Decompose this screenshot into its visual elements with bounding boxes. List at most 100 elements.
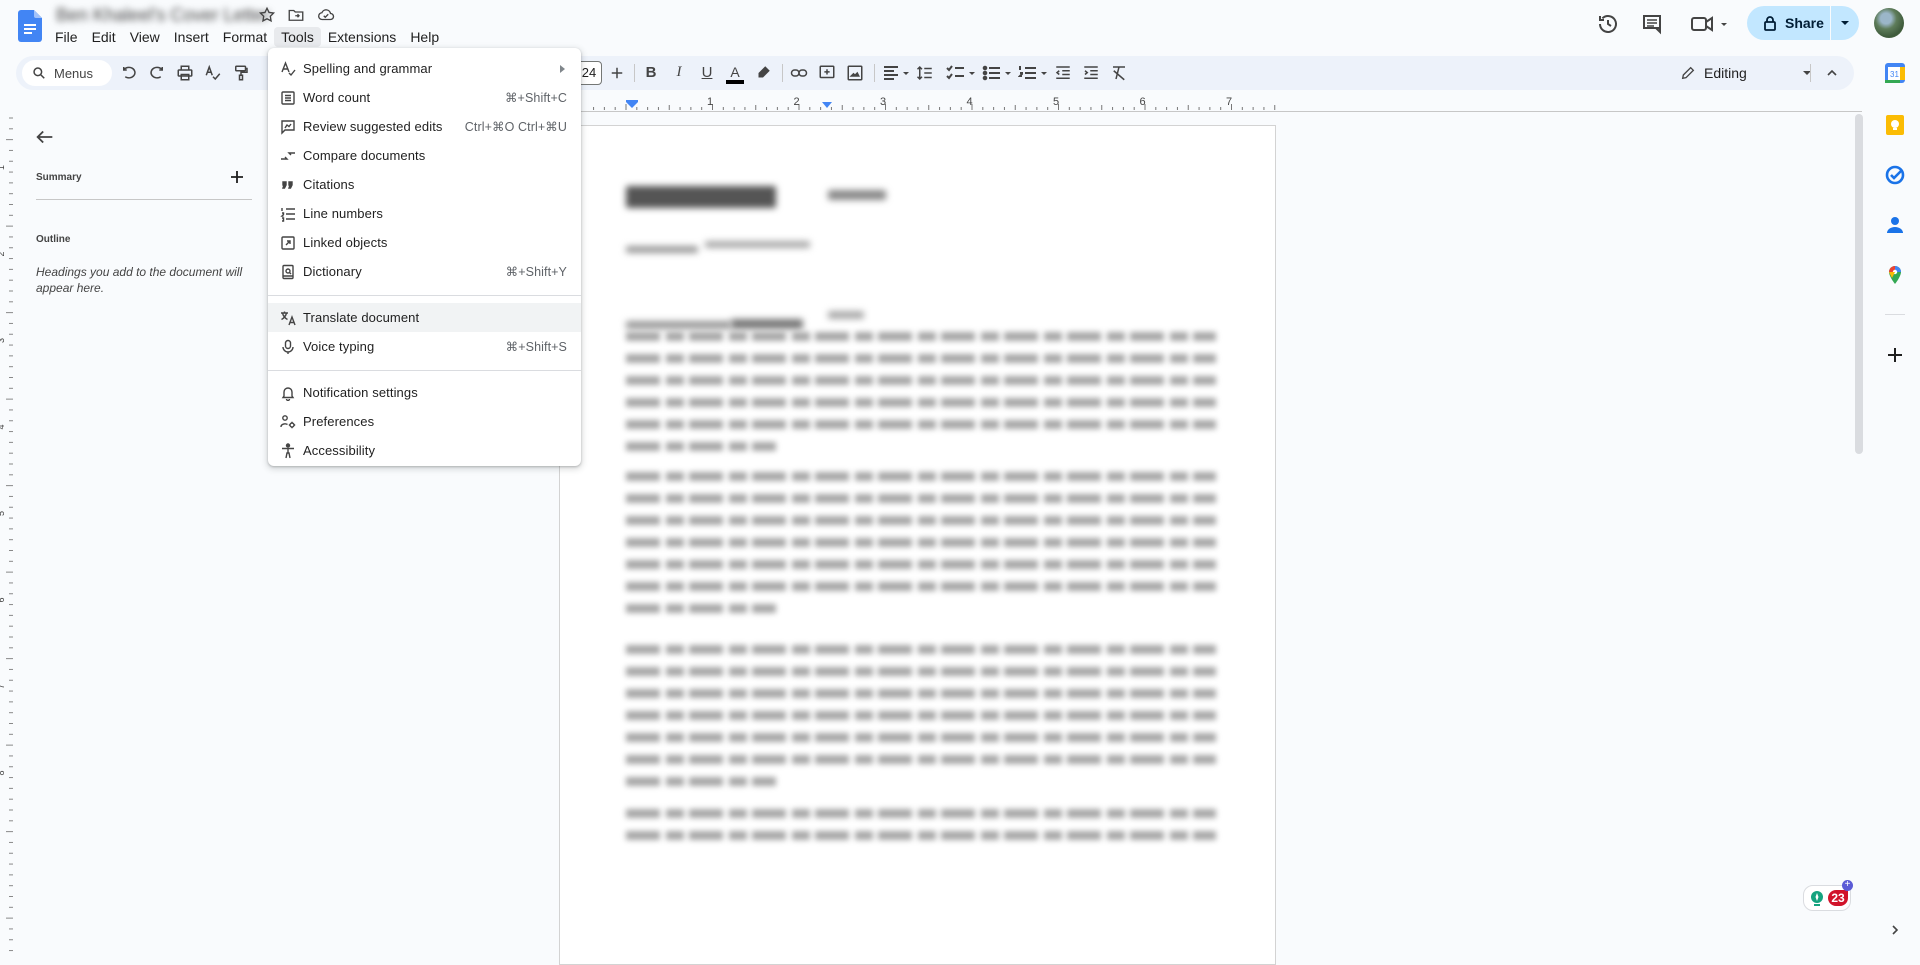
share-label: Share <box>1785 15 1824 31</box>
keep-icon[interactable] <box>1884 114 1906 136</box>
print-icon[interactable] <box>176 64 194 82</box>
redacted-text-line <box>626 332 1216 341</box>
share-button[interactable]: Share <box>1747 6 1859 40</box>
share-main-button[interactable]: Share <box>1747 6 1831 40</box>
calendar-icon[interactable]: 31 <box>1884 62 1906 84</box>
vertical-ruler[interactable]: 1 2 3 4 5 6 7 8 <box>0 112 16 955</box>
docs-logo[interactable] <box>18 10 42 42</box>
menu-insert[interactable]: Insert <box>167 27 216 47</box>
editing-mode-dropdown[interactable]: Editing <box>1680 60 1811 86</box>
menu-item-word-count[interactable]: Word count ⌘+Shift+C <box>268 83 581 112</box>
text-color-icon[interactable]: A <box>726 64 744 84</box>
paint-format-icon[interactable] <box>232 64 250 82</box>
insert-image-icon[interactable] <box>846 64 864 82</box>
menu-help[interactable]: Help <box>403 27 446 47</box>
menu-tools[interactable]: Tools <box>274 27 321 47</box>
bold-icon[interactable]: B <box>642 64 660 82</box>
menu-item-line-numbers[interactable]: Line numbers <box>268 199 581 228</box>
compare-icon <box>280 148 296 164</box>
document-page[interactable] <box>559 125 1276 965</box>
menu-item-preferences[interactable]: Preferences <box>268 407 581 436</box>
spellcheck-icon[interactable] <box>204 64 222 82</box>
add-summary-plus-icon[interactable] <box>230 170 244 184</box>
decrease-indent-icon[interactable] <box>1054 64 1072 82</box>
contacts-icon[interactable] <box>1884 214 1906 236</box>
bell-icon <box>280 385 296 401</box>
maps-icon[interactable] <box>1884 264 1906 286</box>
redacted-text-line <box>626 354 1216 363</box>
tab-stop-marker[interactable] <box>822 102 832 108</box>
menu-item-spelling-and-grammar[interactable]: Spelling and grammar <box>268 54 581 83</box>
highlight-color-icon[interactable] <box>754 64 772 82</box>
align-dropdown[interactable] <box>882 64 912 82</box>
menu-item-voice-typing[interactable]: Voice typing ⌘+Shift+S <box>268 332 581 361</box>
share-dropdown-button[interactable] <box>1831 21 1859 25</box>
grammar-extension-icon <box>1810 890 1824 908</box>
insert-link-icon[interactable] <box>790 64 808 82</box>
menu-item-label: Voice typing <box>303 339 375 354</box>
bulleted-list-dropdown[interactable] <box>982 64 1014 82</box>
outline-empty-message: Headings you add to the document will ap… <box>36 265 243 295</box>
undo-icon[interactable] <box>120 64 138 82</box>
menu-item-dictionary[interactable]: Dictionary ⌘+Shift+Y <box>268 257 581 286</box>
ruler-label: 1 <box>707 96 713 108</box>
ruler-label: 7 <box>1226 96 1232 108</box>
add-comment-icon[interactable] <box>818 64 836 82</box>
underline-icon[interactable]: U <box>698 64 716 82</box>
ruler-label: 3 <box>880 96 886 108</box>
toolbar-divider <box>1810 64 1811 82</box>
quote-icon <box>280 177 296 193</box>
horizontal-ruler[interactable]: 1 2 3 4 5 6 7 <box>560 92 1860 112</box>
menu-item-review-suggested-edits[interactable]: Review suggested edits Ctrl+⌘O Ctrl+⌘U <box>268 112 581 141</box>
menu-edit[interactable]: Edit <box>85 27 123 47</box>
redacted-text-line <box>626 398 1216 407</box>
menu-extensions[interactable]: Extensions <box>321 27 403 47</box>
redo-icon[interactable] <box>148 64 166 82</box>
menu-item-citations[interactable]: Citations <box>268 170 581 199</box>
star-icon[interactable] <box>258 6 278 26</box>
meet-button[interactable] <box>1690 12 1730 36</box>
left-indent-marker[interactable] <box>626 100 638 108</box>
tasks-icon[interactable] <box>1884 164 1906 186</box>
menu-item-notification-settings[interactable]: Notification settings <box>268 378 581 407</box>
editing-mode-label: Editing <box>1704 65 1747 81</box>
menu-item-linked-objects[interactable]: Linked objects <box>268 228 581 257</box>
menu-item-translate-document[interactable]: Translate document <box>268 303 581 332</box>
menu-item-label: Word count <box>303 90 371 105</box>
extension-badge[interactable]: 23 + <box>1803 880 1853 911</box>
redacted-text-line <box>626 645 1216 654</box>
menu-view[interactable]: View <box>123 27 167 47</box>
search-menus-input[interactable]: Menus <box>22 60 112 86</box>
checklist-dropdown[interactable] <box>946 64 978 82</box>
redacted-text-line <box>626 494 1216 503</box>
clear-formatting-icon[interactable] <box>1110 64 1128 82</box>
menu-file[interactable]: File <box>48 27 85 47</box>
document-title[interactable]: Ben Khaleel's Cover Letter <box>56 5 270 25</box>
italic-icon[interactable]: I <box>670 64 688 82</box>
version-history-icon[interactable] <box>1596 12 1620 36</box>
menu-separator <box>268 370 581 371</box>
close-outline-back-icon[interactable] <box>34 126 56 148</box>
increase-font-size-icon[interactable] <box>608 64 626 82</box>
get-add-ons-plus-icon[interactable] <box>1885 345 1905 365</box>
ruler-label: 5 <box>0 511 6 516</box>
move-to-folder-icon[interactable] <box>287 6 307 26</box>
menu-item-compare-documents[interactable]: Compare documents <box>268 141 581 170</box>
menu-item-accessibility[interactable]: Accessibility <box>268 436 581 465</box>
menu-format[interactable]: Format <box>216 27 274 47</box>
chevron-down-icon <box>1841 21 1849 25</box>
line-spacing-icon[interactable] <box>916 64 934 82</box>
redacted-text-line <box>626 582 1216 591</box>
account-avatar[interactable] <box>1874 8 1904 38</box>
outline-heading: Outline <box>36 234 71 245</box>
comments-icon[interactable] <box>1640 12 1664 36</box>
hide-menus-chevron-up-icon[interactable] <box>1824 65 1840 81</box>
collapse-side-panel-chevron-right-icon[interactable] <box>1889 924 1901 936</box>
increase-indent-icon[interactable] <box>1082 64 1100 82</box>
menu-item-label: Line numbers <box>303 206 383 221</box>
menu-item-label: Compare documents <box>303 148 426 163</box>
cloud-saved-icon[interactable] <box>316 6 336 26</box>
menu-item-label: Accessibility <box>303 443 376 458</box>
numbered-list-dropdown[interactable] <box>1018 64 1050 82</box>
vertical-scrollbar[interactable] <box>1855 114 1863 454</box>
